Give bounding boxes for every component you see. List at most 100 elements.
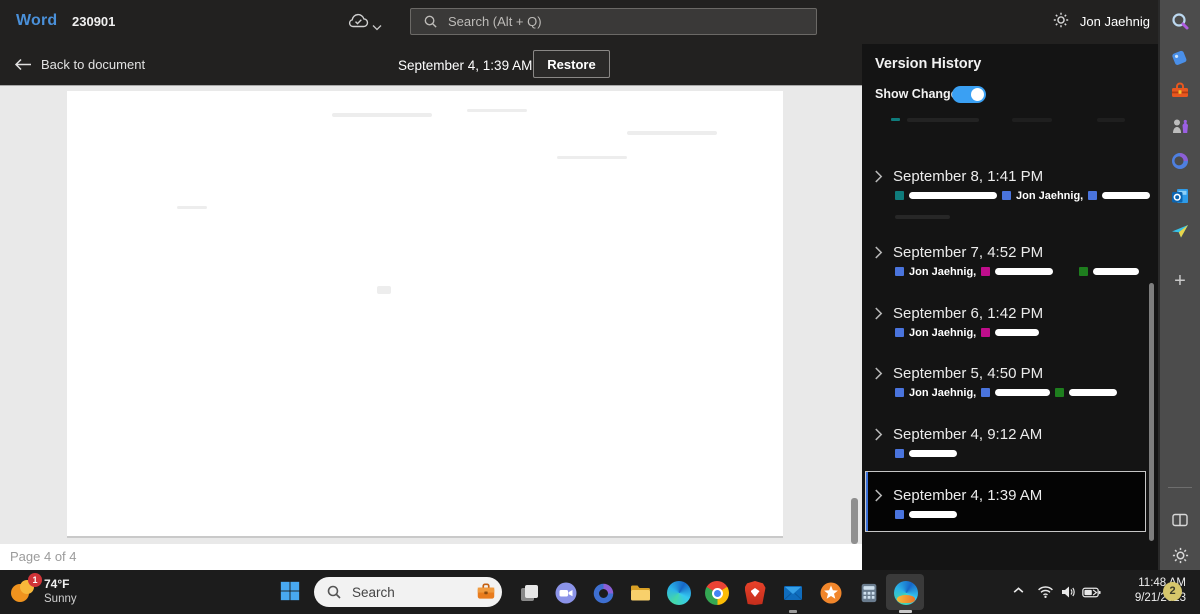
- tools-icon[interactable]: [1170, 81, 1190, 101]
- document-title[interactable]: 230901: [72, 14, 115, 29]
- search-placeholder: Search (Alt + Q): [448, 14, 542, 29]
- chat-icon[interactable]: [553, 580, 579, 606]
- show-changes-toggle[interactable]: [952, 86, 986, 103]
- word-logo[interactable]: Word: [16, 12, 57, 30]
- add-icon[interactable]: +: [1170, 271, 1190, 291]
- version-item[interactable]: September 8, 1:41 PM Jon Jaehnig,: [862, 167, 1151, 202]
- search-icon: [326, 584, 342, 600]
- document-page[interactable]: [67, 91, 783, 538]
- taskbar: 1 74°F Sunny Search 11:48 AM 9/21/2023 2: [0, 570, 1200, 614]
- microsoft365-icon[interactable]: [1170, 151, 1190, 171]
- screen: Word 230901 Search (Alt + Q) Jon Jaehnig…: [0, 0, 1200, 614]
- battery-icon[interactable]: [1082, 587, 1101, 598]
- author-swatch-blue: [895, 267, 904, 276]
- expand-chevron-icon[interactable]: [874, 170, 883, 188]
- author-swatch-blue: [895, 328, 904, 337]
- back-label: Back to document: [41, 57, 146, 72]
- version-item-selected[interactable]: September 4, 1:39 AM: [862, 486, 1142, 519]
- edge-sidebar: +: [1158, 0, 1200, 570]
- mail-icon[interactable]: [780, 580, 806, 606]
- author-swatch-blue: [981, 388, 991, 397]
- version-authors: Jon Jaehnig,: [895, 189, 1151, 202]
- back-arrow-icon: [14, 58, 31, 71]
- search-input[interactable]: Search (Alt + Q): [410, 8, 817, 35]
- chrome-icon[interactable]: [704, 580, 730, 606]
- version-item[interactable]: September 4, 9:12 AM: [862, 425, 1142, 458]
- start-button[interactable]: [279, 580, 301, 607]
- author-swatch-magenta: [981, 267, 991, 276]
- page-artifact: [467, 109, 527, 112]
- redacted-author: [995, 268, 1054, 275]
- expand-chevron-icon[interactable]: [874, 307, 883, 325]
- author-swatch-blue: [895, 388, 904, 397]
- author-swatch-blue: [1002, 191, 1011, 200]
- version-date: September 7, 4:52 PM: [893, 244, 1044, 261]
- weather-widget[interactable]: 1 74°F Sunny: [8, 573, 77, 611]
- user-name[interactable]: Jon Jaehnig: [1080, 14, 1150, 29]
- taskbar-search-label: Search: [352, 584, 395, 600]
- author-swatch-magenta: [981, 328, 991, 337]
- version-item[interactable]: September 6, 1:42 PM Jon Jaehnig,: [862, 304, 1142, 339]
- author-swatch-blue: [895, 510, 904, 519]
- panel-title: Version History: [875, 56, 982, 72]
- edge-active-icon[interactable]: [893, 580, 919, 606]
- version-authors: Jon Jaehnig,: [895, 326, 1142, 339]
- document-viewport: Page 4 of 4: [0, 85, 862, 571]
- expand-chevron-icon[interactable]: [874, 428, 883, 446]
- task-view-icon[interactable]: [516, 580, 542, 606]
- author-name: Jon Jaehnig,: [1016, 189, 1084, 202]
- author-name: Jon Jaehnig,: [909, 386, 977, 399]
- weather-badge: 1: [28, 573, 42, 587]
- settings-icon[interactable]: [1170, 545, 1190, 565]
- version-date: September 8, 1:41 PM: [893, 168, 1044, 185]
- restore-button[interactable]: Restore: [533, 50, 610, 78]
- author-name: Jon Jaehnig,: [909, 265, 977, 278]
- search-icon: [423, 14, 438, 29]
- brave-icon[interactable]: [742, 580, 768, 606]
- faint-redacted-line: [895, 215, 950, 219]
- split-screen-icon[interactable]: [1170, 510, 1190, 530]
- expand-chevron-icon[interactable]: [874, 489, 883, 507]
- chevron-down-icon[interactable]: [372, 18, 382, 36]
- version-authors: [895, 510, 1142, 519]
- version-item[interactable]: September 7, 4:52 PM Jon Jaehnig,: [862, 243, 1142, 278]
- document-status-bar: Page 4 of 4: [0, 544, 862, 571]
- weather-condition: Sunny: [44, 593, 77, 605]
- expand-chevron-icon[interactable]: [874, 367, 883, 385]
- version-date: September 4, 9:12 AM: [893, 426, 1043, 443]
- shopping-icon[interactable]: [1170, 47, 1190, 67]
- document-scrollbar-thumb[interactable]: [851, 498, 858, 544]
- bing-search-icon[interactable]: [1170, 12, 1190, 32]
- version-date: September 6, 1:42 PM: [893, 305, 1044, 322]
- taskbar-search[interactable]: Search: [314, 577, 502, 607]
- active-app-indicator: [899, 610, 912, 613]
- panel-scrollbar-thumb[interactable]: [1149, 283, 1154, 541]
- notification-count-badge[interactable]: 2: [1163, 582, 1182, 601]
- file-explorer-icon[interactable]: [628, 580, 654, 606]
- outlook-icon[interactable]: [1170, 186, 1190, 206]
- page-artifact: [627, 131, 717, 135]
- settings-gear-icon[interactable]: [1052, 11, 1070, 34]
- author-swatch-blue: [1088, 191, 1098, 200]
- microsoft-365-icon[interactable]: [590, 580, 616, 606]
- volume-icon[interactable]: [1060, 585, 1076, 599]
- drop-icon[interactable]: [1170, 221, 1190, 241]
- version-item[interactable]: September 5, 4:50 PM Jon Jaehnig,: [862, 364, 1142, 399]
- author-swatch-green: [1055, 388, 1065, 397]
- redacted-author: [1102, 192, 1151, 199]
- wifi-icon[interactable]: [1037, 585, 1054, 598]
- calculator-icon[interactable]: [856, 580, 882, 606]
- back-to-document-button[interactable]: Back to document: [14, 57, 145, 72]
- edge-icon[interactable]: [666, 580, 692, 606]
- games-icon[interactable]: [1170, 116, 1190, 136]
- redacted-author: [1069, 389, 1118, 396]
- redacted-author: [1093, 268, 1140, 275]
- avast-icon[interactable]: [818, 580, 844, 606]
- tray-chevron-up-icon[interactable]: [1012, 586, 1025, 595]
- page-artifact: [377, 286, 391, 294]
- version-authors: Jon Jaehnig,: [895, 265, 1142, 278]
- cloud-saved-icon[interactable]: [346, 13, 370, 34]
- author-name: Jon Jaehnig,: [909, 326, 977, 339]
- expand-chevron-icon[interactable]: [874, 246, 883, 264]
